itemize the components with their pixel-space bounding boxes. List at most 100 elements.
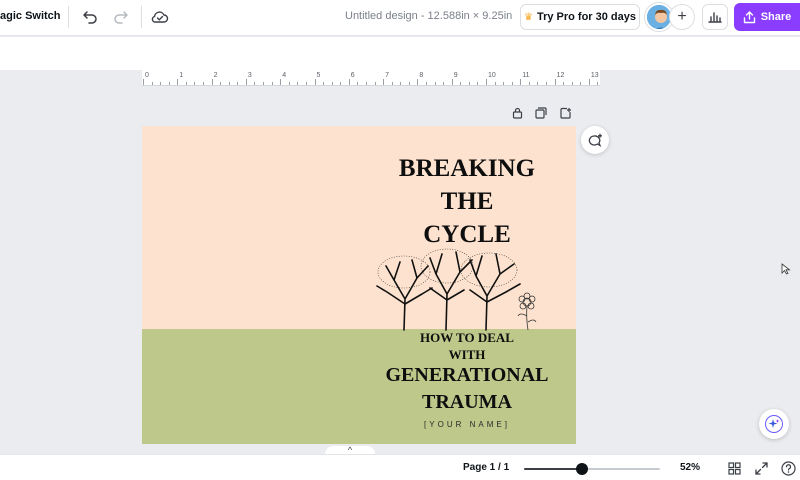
ruler-tick — [254, 82, 256, 85]
ruler-tick — [331, 82, 333, 85]
ruler-tick — [434, 82, 436, 85]
horizontal-ruler: 0 1 2 3 4 5 6 7 8 9 10 11 12 13 — [142, 70, 600, 86]
ruler-tick — [220, 82, 222, 85]
try-pro-button[interactable]: ♛ Try Pro for 30 days — [520, 4, 640, 30]
lock-icon[interactable] — [509, 105, 525, 121]
divider — [141, 6, 142, 28]
ruler-tick — [245, 79, 247, 85]
ruler-tick — [528, 82, 530, 85]
ruler-tick — [580, 82, 582, 85]
ruler-tick — [280, 79, 282, 85]
design-page[interactable]: BREAKING THE CYCLE HOW TO DEAL WITH GENE… — [142, 126, 576, 444]
ruler-tick — [194, 82, 196, 85]
ruler-tick — [160, 82, 162, 85]
top-toolbar: agic Switch Untitled design - 12.588in ×… — [0, 0, 800, 36]
zoom-level[interactable]: 52% — [680, 462, 700, 473]
headline-trauma[interactable]: TRAUMA — [362, 389, 572, 415]
cloud-saved-icon[interactable] — [148, 6, 172, 28]
ruler-tick — [374, 82, 376, 85]
ruler-tick — [348, 79, 350, 85]
help-icon[interactable] — [780, 460, 796, 476]
ruler-number: 11 — [522, 72, 530, 79]
ruler-tick — [143, 79, 144, 85]
author-name[interactable]: [YOUR NAME] — [362, 420, 572, 429]
redo-icon[interactable] — [109, 6, 133, 28]
ruler-tick — [297, 82, 299, 85]
ruler-tick — [323, 82, 325, 85]
ruler-tick — [468, 82, 470, 85]
divider — [68, 6, 69, 28]
share-button[interactable]: Share — [734, 3, 800, 31]
ruler-tick — [203, 82, 205, 85]
ruler-number: 0 — [145, 72, 149, 79]
ruler-tick — [305, 82, 307, 85]
plus-icon: + — [677, 8, 687, 25]
zoom-slider[interactable] — [524, 468, 660, 470]
ruler-tick — [288, 82, 290, 85]
share-label: Share — [760, 11, 792, 23]
ruler-tick — [554, 79, 556, 85]
ruler-number: 6 — [350, 72, 355, 79]
mouse-cursor-icon — [781, 263, 791, 275]
ruler-number: 9 — [453, 72, 458, 79]
ruler-tick — [537, 82, 539, 85]
ruler-tick — [383, 79, 385, 85]
ruler-tick — [271, 82, 273, 85]
ruler-number: 1 — [179, 72, 184, 79]
ruler-tick — [340, 82, 342, 85]
context-toolbar — [0, 37, 800, 70]
headline-generational[interactable]: GENERATIONAL — [362, 362, 572, 388]
ruler-tick — [571, 82, 573, 85]
ruler-number: 7 — [385, 72, 389, 79]
ruler-number: 13 — [590, 72, 599, 79]
ruler-tick — [185, 82, 187, 85]
page-indicator[interactable]: Page 1 / 1 — [463, 462, 509, 473]
ruler-tick — [400, 82, 402, 85]
ruler-tick — [314, 79, 316, 85]
ruler-tick — [503, 82, 505, 85]
ruler-number: 5 — [316, 72, 321, 79]
add-page-icon[interactable] — [558, 105, 574, 121]
ruler-tick — [357, 82, 359, 85]
add-collaborator-button[interactable]: + — [669, 4, 695, 30]
document-title[interactable]: Untitled design - 12.588in × 9.25in — [345, 10, 512, 22]
ruler-number: 4 — [282, 72, 287, 79]
ruler-tick — [211, 79, 213, 85]
ruler-tick — [546, 82, 548, 85]
subtitle-with[interactable]: WITH — [362, 346, 572, 363]
magic-assistant-button[interactable] — [759, 409, 789, 439]
ruler-tick — [477, 82, 479, 85]
ruler-tick — [443, 82, 445, 85]
ruler-number: 3 — [247, 72, 252, 79]
zoom-slider-thumb[interactable] — [576, 463, 589, 475]
ruler-tick — [151, 82, 153, 85]
add-comment-button[interactable] — [581, 126, 609, 154]
ruler-tick — [408, 82, 410, 85]
ruler-tick — [494, 82, 496, 85]
trees-illustration[interactable] — [372, 244, 542, 334]
title-the[interactable]: THE — [362, 185, 572, 219]
ruler-number: 10 — [488, 72, 496, 79]
ruler-tick — [425, 82, 427, 85]
ruler-tick — [365, 82, 367, 85]
title-breaking[interactable]: BREAKING — [362, 152, 572, 186]
ruler-tick — [486, 79, 487, 85]
ruler-tick — [168, 82, 170, 85]
fullscreen-icon[interactable] — [753, 460, 769, 476]
grid-view-icon[interactable] — [726, 460, 742, 476]
magic-switch-button[interactable]: agic Switch — [0, 10, 61, 22]
ruler-tick — [460, 82, 462, 85]
ruler-tick — [520, 79, 522, 85]
ruler-number: 12 — [556, 72, 565, 79]
crown-icon: ♛ — [523, 11, 533, 23]
ruler-tick — [451, 79, 453, 85]
subtitle-how-to-deal[interactable]: HOW TO DEAL — [362, 329, 572, 346]
ruler-tick — [417, 79, 419, 85]
try-pro-label: Try Pro for 30 days — [536, 11, 636, 23]
comment-plus-icon — [588, 133, 602, 147]
ruler-tick — [228, 82, 230, 85]
undo-icon[interactable] — [78, 6, 102, 28]
bottom-toolbar: Page 1 / 1 52% — [0, 454, 800, 480]
duplicate-page-icon[interactable] — [533, 105, 549, 121]
insights-button[interactable] — [702, 4, 728, 30]
